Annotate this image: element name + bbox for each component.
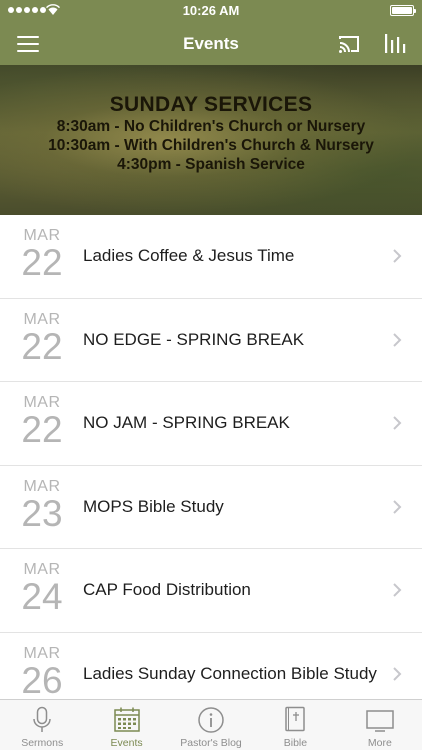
chevron-right-icon [393, 583, 402, 597]
banner-line: 4:30pm - Spanish Service [117, 156, 305, 173]
chevron-right-icon [393, 416, 402, 430]
chevron-right-icon [393, 666, 402, 681]
banner-line: 10:30am - With Children's Church & Nurse… [48, 137, 374, 154]
status-bar: 10:26 AM [0, 0, 422, 22]
tab-bar: Sermons Events Pastor's Blog Bible More [0, 699, 422, 750]
tab-events[interactable]: Events [84, 700, 168, 750]
top-bar: 10:26 AM Events [0, 0, 422, 65]
event-day: 24 [21, 576, 63, 617]
tv-icon [366, 710, 394, 732]
tab-label: Pastor's Blog [180, 737, 242, 749]
event-day: 26 [21, 659, 63, 699]
nav-bar: Events [0, 22, 422, 65]
battery-icon [390, 5, 416, 16]
event-date: MAR 24 [18, 562, 66, 617]
event-day: 22 [21, 242, 63, 283]
banner-line: 8:30am - No Children's Church or Nursery [56, 118, 366, 135]
event-date: MAR 26 [18, 645, 66, 699]
tab-pastors-blog[interactable]: Pastor's Blog [169, 700, 253, 750]
services-banner[interactable]: SUNDAY SERVICES 8:30am - No Children's C… [0, 65, 422, 215]
event-row[interactable]: MAR 22 Ladies Coffee & Jesus Time [0, 215, 422, 299]
stats-icon[interactable] [384, 31, 406, 55]
event-day: 23 [21, 492, 63, 534]
info-icon [198, 707, 224, 733]
tab-label: More [367, 737, 392, 749]
tab-label: Sermons [21, 737, 64, 749]
tab-label: Events [110, 737, 143, 749]
chevron-right-icon [393, 249, 402, 263]
tab-sermons[interactable]: Sermons [0, 700, 84, 750]
banner-text: SUNDAY SERVICES 8:30am - No Children's C… [0, 93, 422, 174]
event-title: NO EDGE - SPRING BREAK [83, 329, 305, 349]
event-title: NO JAM - SPRING BREAK [83, 413, 290, 432]
event-title: Ladies Sunday Connection Bible Study [83, 663, 377, 683]
bible-icon [285, 706, 306, 732]
banner-title: SUNDAY SERVICES [109, 93, 313, 116]
chevron-right-icon [393, 332, 402, 347]
tab-label: Bible [283, 737, 308, 749]
events-list: MAR 22 Ladies Coffee & Jesus Time MAR 22… [0, 215, 422, 699]
calendar-icon [113, 707, 140, 732]
event-title: Ladies Coffee & Jesus Time [83, 246, 295, 265]
event-date: MAR 22 [18, 395, 66, 450]
event-row[interactable]: MAR 24 CAP Food Distribution [0, 549, 422, 633]
event-row[interactable]: MAR 22 NO EDGE - SPRING BREAK [0, 299, 422, 382]
event-row[interactable]: MAR 23 MOPS Bible Study [0, 466, 422, 549]
event-day: 22 [21, 325, 63, 367]
cast-icon[interactable] [337, 32, 361, 56]
event-title: CAP Food Distribution [83, 580, 251, 599]
microphone-icon [33, 706, 51, 732]
event-title: MOPS Bible Study [83, 496, 224, 516]
event-date: MAR 22 [18, 228, 66, 283]
status-time: 10:26 AM [182, 3, 240, 18]
event-row[interactable]: MAR 26 Ladies Sunday Connection Bible St… [0, 633, 422, 699]
tab-more[interactable]: More [338, 700, 422, 750]
event-date: MAR 22 [18, 311, 66, 367]
event-day: 22 [21, 409, 63, 450]
chevron-right-icon [393, 499, 402, 514]
event-date: MAR 23 [18, 478, 66, 534]
event-row[interactable]: MAR 22 NO JAM - SPRING BREAK [0, 382, 422, 466]
tab-bible[interactable]: Bible [253, 700, 337, 750]
